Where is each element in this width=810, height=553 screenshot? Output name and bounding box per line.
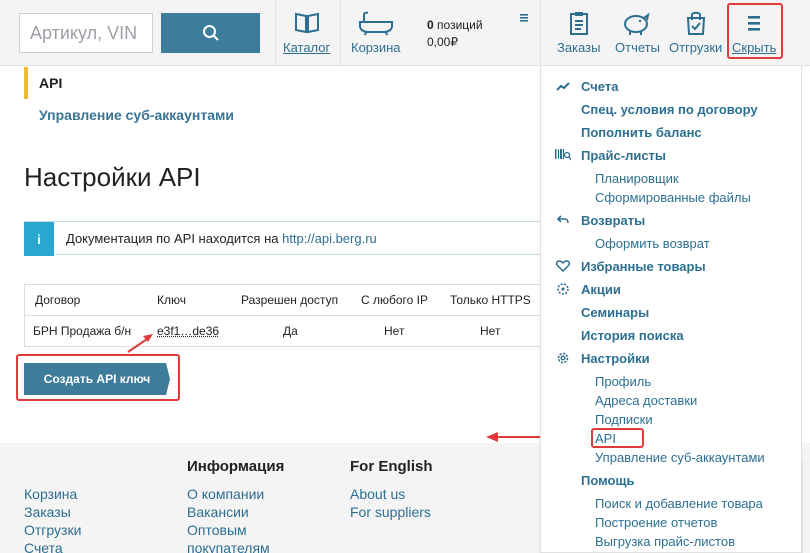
- menu-scheduler[interactable]: Планировщик: [595, 171, 679, 186]
- barcode-icon: [555, 148, 571, 162]
- menu-seminars[interactable]: Семинары: [581, 305, 649, 320]
- menu-search-history[interactable]: История поиска: [581, 328, 684, 343]
- menu-top-up[interactable]: Пополнить баланс: [581, 125, 702, 140]
- menu-generated-files[interactable]: Сформированные файлы: [595, 190, 751, 205]
- page-edge-panel: [802, 460, 810, 553]
- invoices-icon: [555, 80, 571, 94]
- menu-invoices[interactable]: Счета: [581, 79, 618, 94]
- gear-icon: [555, 351, 571, 365]
- footer-link-orders[interactable]: Заказы: [24, 503, 81, 521]
- footer-link-buyers[interactable]: покупателям: [187, 539, 270, 553]
- footer-link-shipments[interactable]: Отгрузки: [24, 521, 81, 539]
- footer-link-about-us[interactable]: About us: [350, 485, 431, 503]
- menu-promos[interactable]: Акции: [581, 282, 621, 297]
- highlight-api-item: [591, 428, 644, 448]
- menu-subaccounts[interactable]: Управление суб-аккаунтами: [595, 450, 765, 465]
- promo-icon: [555, 282, 571, 296]
- menu-returns[interactable]: Возвраты: [581, 213, 645, 228]
- footer-col-english: About us For suppliers: [350, 485, 431, 521]
- footer-link-about[interactable]: О компании: [187, 485, 270, 503]
- return-icon: [555, 213, 571, 227]
- footer-info-heading: Информация: [187, 458, 285, 475]
- footer-link-suppliers[interactable]: For suppliers: [350, 503, 431, 521]
- menu-profile[interactable]: Профиль: [595, 374, 651, 389]
- menu-delivery-addresses[interactable]: Адреса доставки: [595, 393, 697, 408]
- footer-link-cart[interactable]: Корзина: [24, 485, 81, 503]
- footer-link-wholesale[interactable]: Оптовым: [187, 521, 270, 539]
- menu-price-lists[interactable]: Прайс-листы: [581, 148, 666, 163]
- footer-col-info: О компании Вакансии Оптовым покупателям: [187, 485, 270, 553]
- menu-make-return[interactable]: Оформить возврат: [595, 236, 710, 251]
- menu-subscriptions[interactable]: Подписки: [595, 412, 653, 427]
- heart-icon: [555, 259, 571, 273]
- menu-favorites[interactable]: Избранные товары: [581, 259, 706, 274]
- footer-col-account: Корзина Заказы Отгрузки Счета: [24, 485, 81, 553]
- menu-help[interactable]: Помощь: [581, 473, 634, 488]
- menu-build-reports[interactable]: Построение отчетов: [595, 515, 717, 530]
- footer-link-invoices[interactable]: Счета: [24, 539, 81, 553]
- menu-export-price[interactable]: Выгрузка прайс-листов: [595, 534, 735, 549]
- footer-english-heading: For English: [350, 458, 433, 475]
- menu-settings[interactable]: Настройки: [581, 351, 650, 366]
- footer-link-vacancies[interactable]: Вакансии: [187, 503, 270, 521]
- menu-contract-terms[interactable]: Спец. условия по договору: [581, 102, 758, 117]
- menu-search-add[interactable]: Поиск и добавление товара: [595, 496, 763, 511]
- account-dropdown-menu: Счета Спец. условия по договору Пополнит…: [540, 66, 802, 553]
